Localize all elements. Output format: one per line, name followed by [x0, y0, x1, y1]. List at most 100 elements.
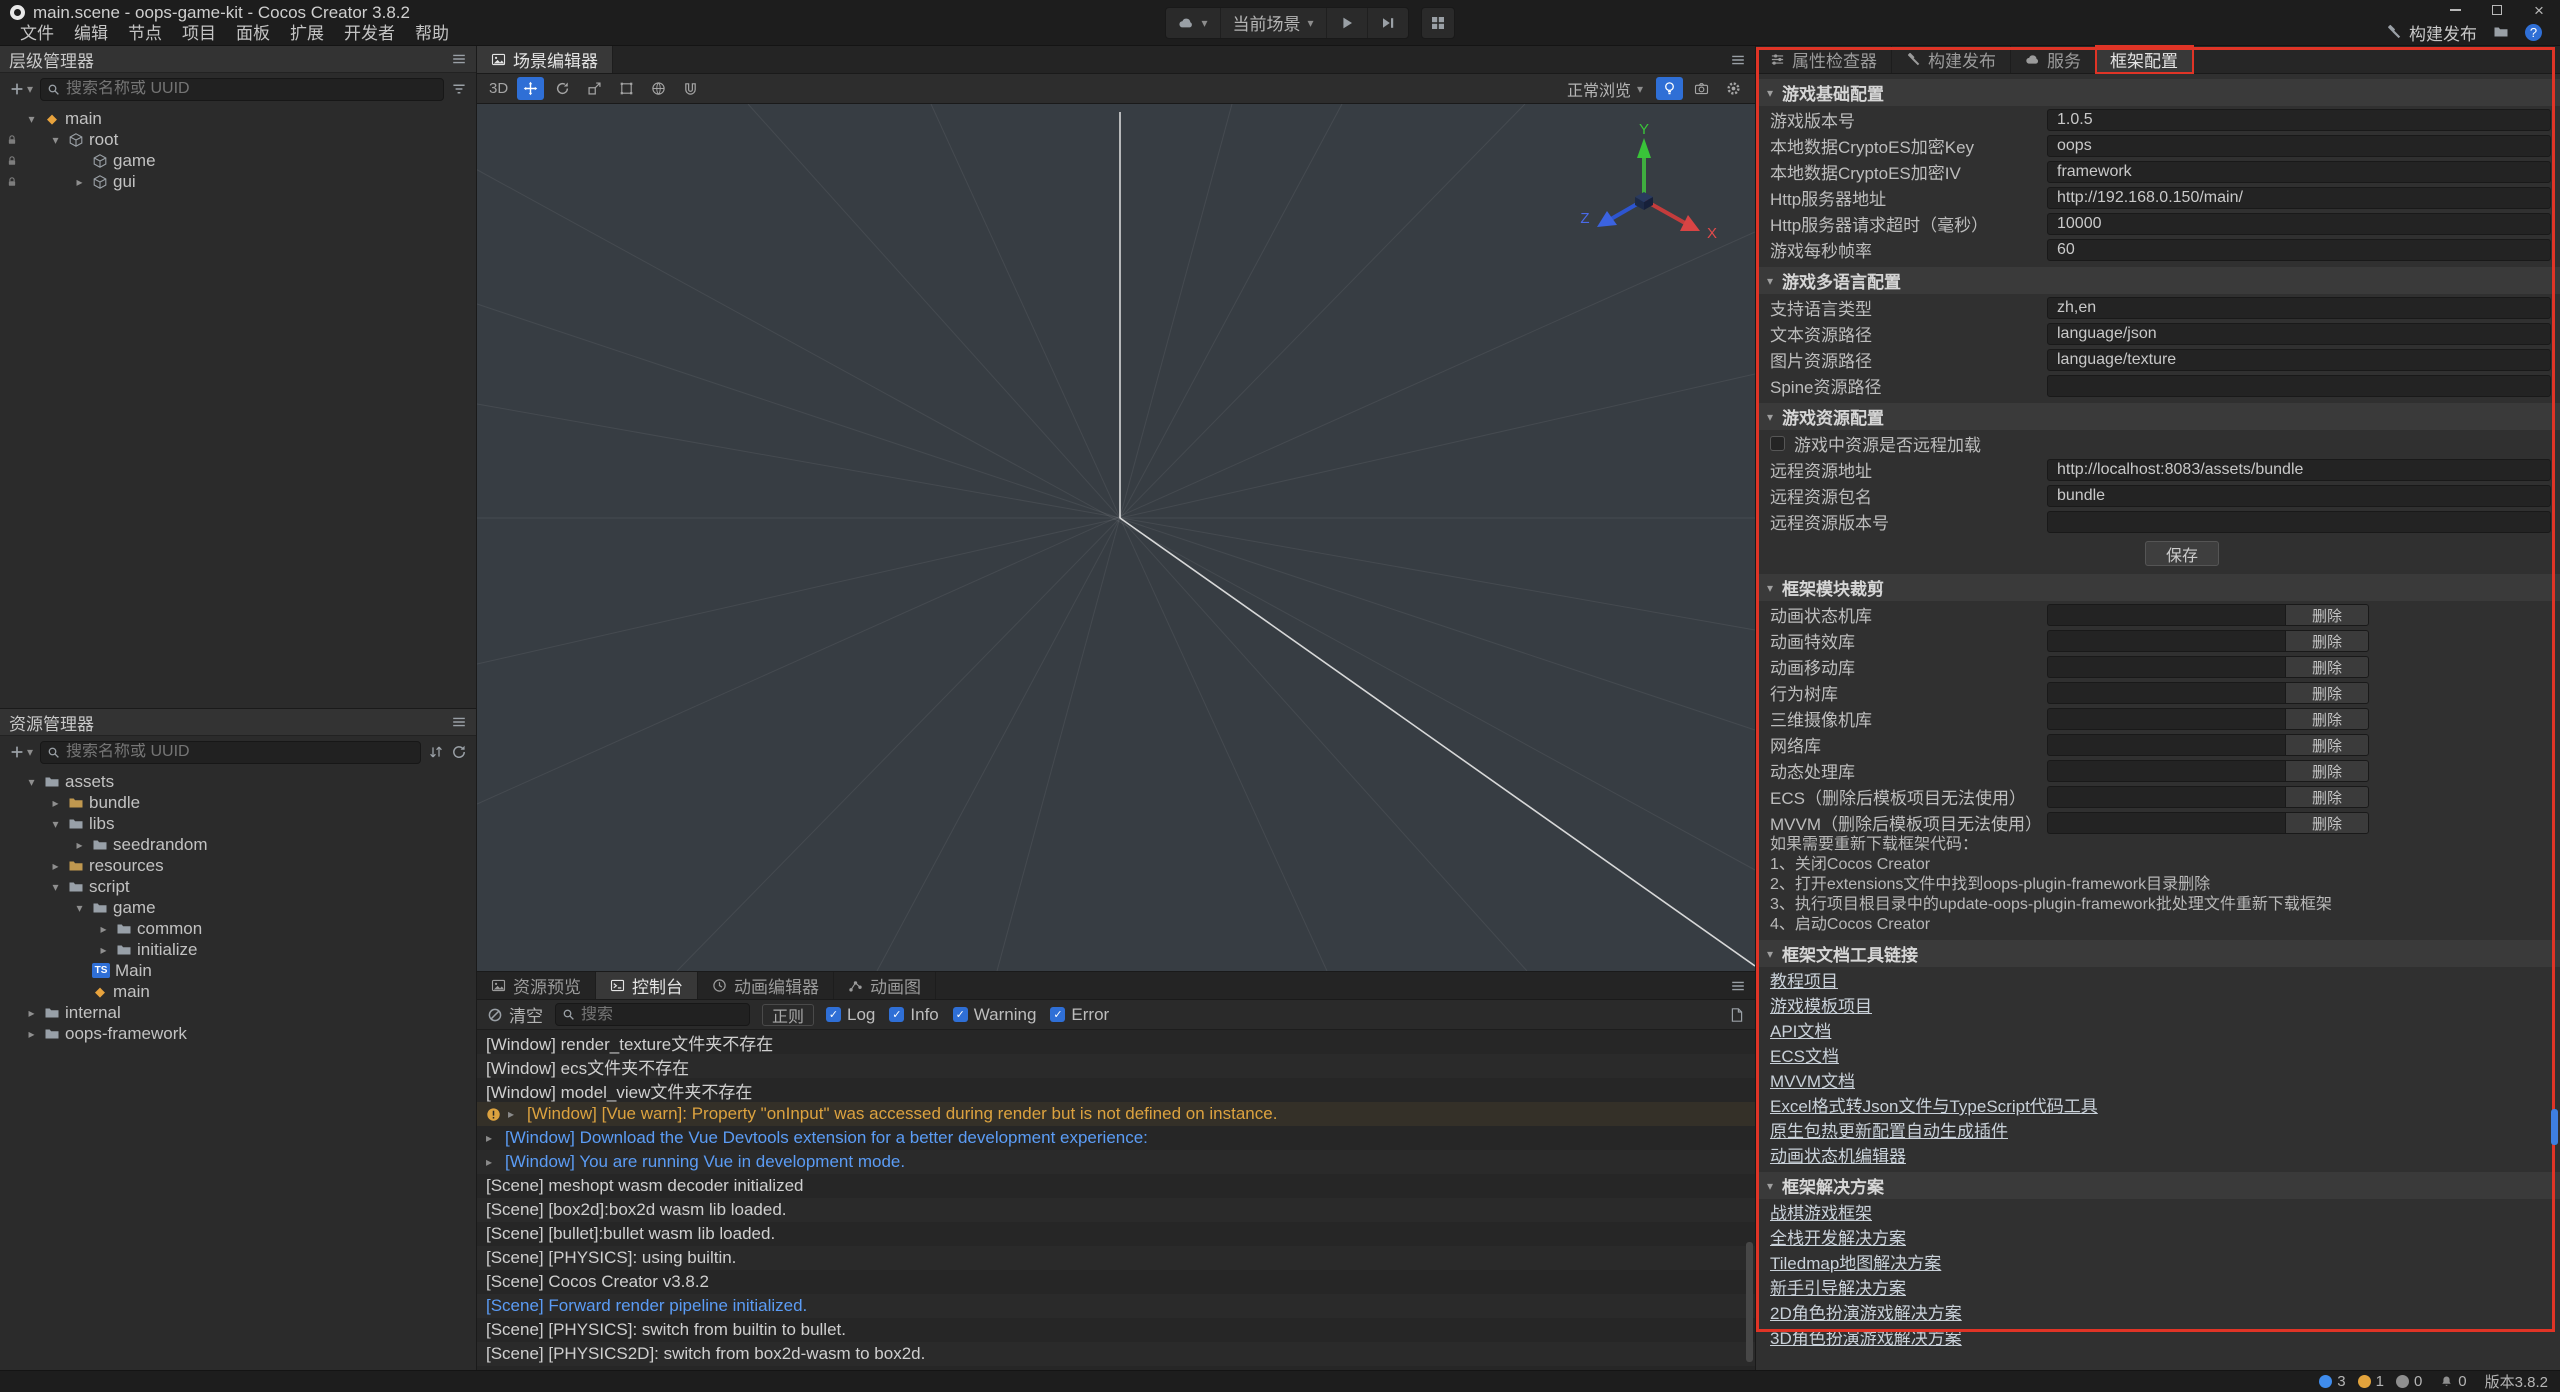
section-header-framework-solutions[interactable]: ▾框架解决方案 [1756, 1172, 2560, 1199]
assets-search-input[interactable] [66, 743, 414, 761]
filter-icon[interactable] [451, 81, 467, 97]
minimize-button[interactable] [2434, 0, 2476, 20]
menu-file[interactable]: 文件 [10, 23, 64, 45]
save-button[interactable]: 保存 [2145, 541, 2219, 566]
tab-animation-editor[interactable]: 动画编辑器 [698, 972, 834, 999]
view-mode-dropdown[interactable]: 正常浏览 ▾ [1559, 77, 1651, 101]
assets-search[interactable] [40, 741, 421, 764]
delete-button[interactable]: 删除 [2285, 682, 2369, 704]
notification-indicator[interactable]: 0 [2440, 1373, 2466, 1390]
delete-button[interactable]: 删除 [2285, 708, 2369, 730]
config-input[interactable] [2047, 323, 2551, 345]
log-row[interactable]: [Scene] [bullet]:bullet wasm lib loaded. [477, 1222, 1755, 1246]
asset-node-oops-framework[interactable]: ▸oops-framework [0, 1023, 476, 1044]
tab-service[interactable]: 服务 [2011, 46, 2096, 73]
asset-node-assets[interactable]: ▾assets [0, 771, 476, 792]
close-button[interactable]: × [2518, 0, 2560, 20]
menu-extension[interactable]: 扩展 [280, 23, 334, 45]
sort-icon[interactable] [428, 744, 444, 760]
status-count-warning[interactable]: 1 [2358, 1373, 2384, 1390]
solution-link[interactable]: Tiledmap地图解决方案 [1770, 1249, 1941, 1274]
filter-info[interactable]: ✓Info [889, 1005, 938, 1025]
log-row[interactable]: [Scene] [PHYSICS2D]: switch from box2d-w… [477, 1342, 1755, 1366]
solution-link[interactable]: 3D角色扮演游戏解决方案 [1770, 1324, 1962, 1349]
orientation-gizmo[interactable]: Y X Z [1569, 122, 1719, 272]
chevron-down-icon[interactable]: ▾ [48, 133, 63, 147]
clear-console-button[interactable]: 清空 [487, 1002, 543, 1027]
menu-project[interactable]: 项目 [172, 23, 226, 45]
dimension-toggle-button[interactable]: 3D [485, 77, 512, 100]
expand-chevron-icon[interactable]: ▸ [486, 1131, 498, 1145]
tab-build[interactable]: 构建发布 [1892, 46, 2011, 73]
scene-viewport[interactable]: Y X Z [477, 104, 1755, 971]
checkbox-icon[interactable] [1770, 436, 1785, 451]
config-input[interactable] [2047, 459, 2551, 481]
chevron-right-icon[interactable]: ▸ [24, 1006, 39, 1020]
asset-node-libs[interactable]: ▾libs [0, 813, 476, 834]
menu-help[interactable]: 帮助 [405, 23, 459, 45]
hierarchy-search-input[interactable] [66, 80, 437, 98]
chevron-right-icon[interactable]: ▸ [48, 859, 63, 873]
solution-link[interactable]: 新手引导解决方案 [1770, 1274, 1906, 1299]
hierarchy-node-main[interactable]: ▾◆main [0, 108, 476, 129]
panel-menu-icon[interactable] [451, 51, 467, 67]
chevron-right-icon[interactable]: ▸ [72, 838, 87, 852]
chevron-right-icon[interactable]: ▸ [96, 922, 111, 936]
delete-button[interactable]: 删除 [2285, 604, 2369, 626]
section-header-framework-module-trim[interactable]: ▾框架模块裁剪 [1756, 574, 2560, 601]
asset-node-resources[interactable]: ▸resources [0, 855, 476, 876]
solution-link[interactable]: 战棋游戏框架 [1770, 1199, 1872, 1224]
hierarchy-node-root[interactable]: ▾root [0, 129, 476, 150]
log-row[interactable]: [Scene] [PHYSICS]: switch from builtin t… [477, 1318, 1755, 1342]
section-header-game-basic-config[interactable]: ▾游戏基础配置 [1756, 79, 2560, 106]
console-search-input[interactable] [581, 1006, 743, 1024]
doc-link[interactable]: 动画状态机编辑器 [1770, 1142, 1906, 1167]
doc-link[interactable]: Excel格式转Json文件与TypeScript代码工具 [1770, 1092, 2098, 1117]
preview-device-button[interactable]: ▾ [1166, 8, 1220, 38]
solution-link[interactable]: 2D角色扮演游戏解决方案 [1770, 1299, 1962, 1324]
rect-tool-button[interactable] [613, 77, 640, 100]
doc-link[interactable]: 教程项目 [1770, 967, 1838, 992]
log-row[interactable]: [Scene] Cocos Creator v3.8.2 [477, 1270, 1755, 1294]
log-row[interactable]: [Window] render_texture文件夹不存在 [477, 1030, 1755, 1054]
hierarchy-node-game[interactable]: game [0, 150, 476, 171]
panel-menu-icon[interactable] [451, 714, 467, 730]
log-row[interactable]: [Window] ecs文件夹不存在 [477, 1054, 1755, 1078]
status-count-info[interactable]: 3 [2319, 1373, 2345, 1390]
asset-node-common[interactable]: ▸common [0, 918, 476, 939]
asset-node-internal[interactable]: ▸internal [0, 1002, 476, 1023]
section-header-game-language-config[interactable]: ▾游戏多语言配置 [1756, 267, 2560, 294]
camera-settings-button[interactable] [1688, 77, 1715, 100]
delete-button[interactable]: 删除 [2285, 760, 2369, 782]
tab-framework-config[interactable]: 框架配置 [2096, 46, 2193, 73]
asset-node-Main[interactable]: TSMain [0, 960, 476, 981]
tab-animation-graph[interactable]: 动画图 [834, 972, 936, 999]
build-publish-button[interactable]: 构建发布 [2386, 20, 2477, 45]
chevron-down-icon[interactable]: ▾ [48, 817, 63, 831]
section-header-game-resource-config[interactable]: ▾游戏资源配置 [1756, 403, 2560, 430]
refresh-icon[interactable] [451, 744, 467, 760]
step-button[interactable] [1368, 8, 1408, 38]
menu-developer[interactable]: 开发者 [334, 23, 405, 45]
rotate-tool-button[interactable] [549, 77, 576, 100]
create-asset-button[interactable]: ▾ [9, 744, 33, 760]
chevron-right-icon[interactable]: ▸ [96, 943, 111, 957]
chevron-right-icon[interactable]: ▸ [48, 796, 63, 810]
config-input[interactable] [2047, 349, 2551, 371]
scene-settings-button[interactable] [1720, 77, 1747, 100]
chevron-down-icon[interactable]: ▾ [72, 901, 87, 915]
config-input[interactable] [2047, 161, 2551, 183]
tab-asset-preview[interactable]: 资源预览 [477, 972, 596, 999]
create-node-button[interactable]: ▾ [9, 81, 33, 97]
delete-button[interactable]: 删除 [2285, 812, 2369, 834]
layout-button[interactable] [1421, 7, 1455, 39]
delete-button[interactable]: 删除 [2285, 656, 2369, 678]
chevron-down-icon[interactable]: ▾ [48, 880, 63, 894]
config-input[interactable] [2047, 511, 2551, 533]
expand-chevron-icon[interactable]: ▸ [508, 1107, 520, 1121]
config-input[interactable] [2047, 135, 2551, 157]
asset-node-seedrandom[interactable]: ▸seedrandom [0, 834, 476, 855]
delete-button[interactable]: 删除 [2285, 786, 2369, 808]
log-row[interactable]: [Window] model_view文件夹不存在 [477, 1078, 1755, 1102]
config-input[interactable] [2047, 213, 2551, 235]
